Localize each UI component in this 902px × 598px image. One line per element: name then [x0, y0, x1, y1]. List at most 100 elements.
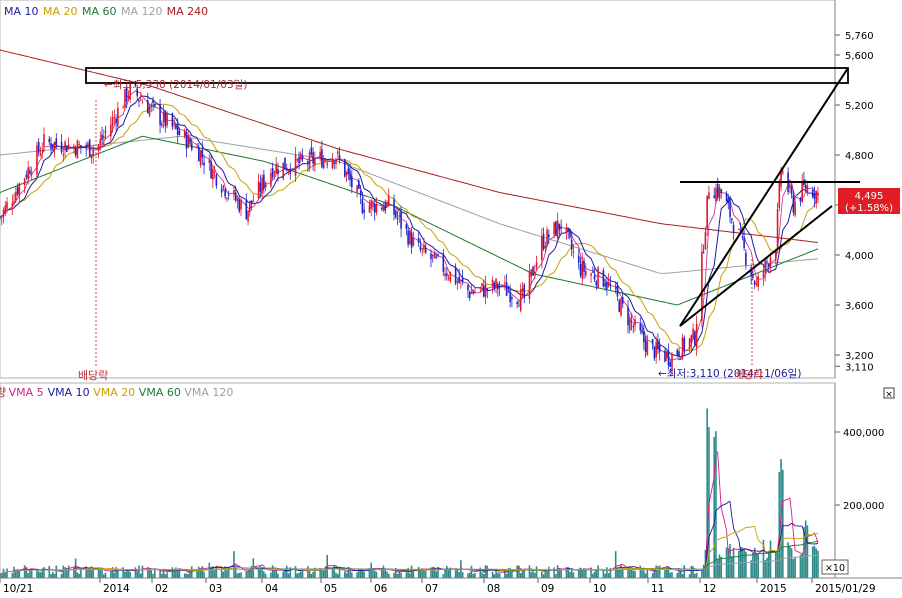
volume-bar — [264, 573, 267, 578]
candle-body — [604, 283, 606, 287]
volume-bar — [312, 571, 314, 578]
candle-body — [73, 146, 75, 150]
candle-body — [234, 192, 237, 201]
candle-body — [804, 184, 807, 189]
volume-bar — [263, 571, 265, 578]
volume-bar — [53, 573, 56, 578]
candle-body — [50, 143, 52, 150]
candle-body — [484, 284, 487, 297]
candle-body — [222, 185, 225, 189]
candle-body — [651, 339, 654, 345]
date-tick-label: 11 — [651, 583, 664, 594]
candle-body — [753, 281, 756, 285]
candle-body — [556, 220, 559, 239]
volume-bar — [801, 554, 803, 578]
volume-bar — [806, 525, 809, 578]
volume-bar — [484, 565, 487, 578]
volume-bar — [546, 570, 548, 578]
volume-bar — [393, 572, 395, 578]
candle-body — [653, 347, 656, 359]
volume-bar — [632, 570, 635, 578]
candle-body — [472, 291, 475, 294]
candle-body — [468, 291, 471, 299]
volume-bar — [467, 573, 469, 578]
price-legend[interactable]: MA 10 MA 20 MA 60 MA 120 MA 240 — [4, 5, 208, 18]
volume-bar — [560, 569, 562, 578]
candle-body — [236, 199, 239, 202]
candle-body — [64, 141, 66, 151]
candle-body — [766, 261, 768, 263]
volume-tick-label: 400,000 — [843, 428, 884, 439]
volume-bar — [767, 551, 770, 578]
volume-bar — [694, 573, 696, 578]
volume-bar — [396, 574, 399, 578]
candle-body — [210, 161, 212, 179]
volume-bar — [345, 573, 348, 578]
candle-body — [590, 273, 592, 276]
candle-body — [308, 152, 311, 169]
candle-body — [104, 131, 107, 133]
volume-bar — [412, 571, 415, 578]
chart-svg: 5,7605,6005,2004,8004,4004,0003,6003,200… — [0, 0, 902, 595]
candle-body — [607, 281, 610, 286]
candle-body — [275, 164, 277, 174]
volume-bar — [454, 570, 457, 578]
volume-bar — [117, 570, 119, 578]
candle-body — [702, 251, 705, 253]
candle-body — [343, 159, 346, 177]
volume-bar — [794, 556, 796, 578]
candle-body — [806, 186, 809, 193]
candle-body — [373, 203, 376, 213]
candle-body — [141, 102, 144, 104]
candle-body — [150, 104, 153, 107]
candle-body — [212, 168, 214, 180]
candle-body — [497, 283, 499, 290]
candle-body — [801, 182, 803, 202]
date-tick-label: 05 — [324, 583, 337, 594]
volume-bar — [48, 565, 51, 578]
candle-body — [609, 284, 612, 286]
candle-body — [467, 285, 469, 291]
candle-body — [384, 202, 387, 211]
candle-body — [708, 192, 710, 199]
candle-body — [519, 289, 522, 311]
price-tick-label: 3,110 — [845, 362, 874, 373]
candle-body — [435, 256, 438, 258]
candle-body — [90, 154, 93, 159]
candle-body — [581, 261, 584, 279]
candle-body — [583, 260, 585, 272]
candle-body — [546, 229, 548, 247]
candle-body — [187, 135, 190, 148]
volume-bar — [804, 520, 807, 578]
candle-body — [528, 272, 531, 299]
candle-body — [444, 273, 446, 277]
volume-bar — [593, 571, 596, 578]
volume-bar — [60, 573, 63, 578]
candle-body — [387, 195, 390, 207]
candle-body — [658, 344, 661, 353]
date-axis-ticks: 10/21 2014 02 03 04 05 06 07 08 09 10 11 12 2015 2015/… — [0, 578, 876, 595]
candle-body — [152, 99, 154, 103]
candle-body — [190, 143, 193, 150]
volume-bar — [110, 570, 112, 578]
candle-body — [511, 297, 513, 300]
volume-legend[interactable]: 량 VMA 5 VMA 10 VMA 20 VMA 60 VMA 120 — [0, 386, 233, 399]
candle-body — [310, 147, 313, 155]
volume-bar — [0, 573, 1, 578]
volume-bar — [769, 540, 772, 578]
candle-body — [171, 113, 174, 127]
volume-bar — [92, 569, 95, 578]
candle-body — [504, 282, 506, 284]
volume-bar — [178, 569, 181, 578]
volume-bar — [548, 566, 550, 578]
candle-body — [509, 291, 511, 302]
candle-body — [505, 282, 508, 296]
candle-body — [213, 171, 216, 173]
candle-body — [532, 266, 534, 276]
candle-body — [665, 352, 668, 359]
volume-bar — [190, 566, 193, 578]
candle-body — [227, 194, 230, 196]
volume-bar — [18, 570, 21, 578]
date-tick-label: 04 — [265, 583, 279, 594]
candle-body — [358, 180, 360, 189]
